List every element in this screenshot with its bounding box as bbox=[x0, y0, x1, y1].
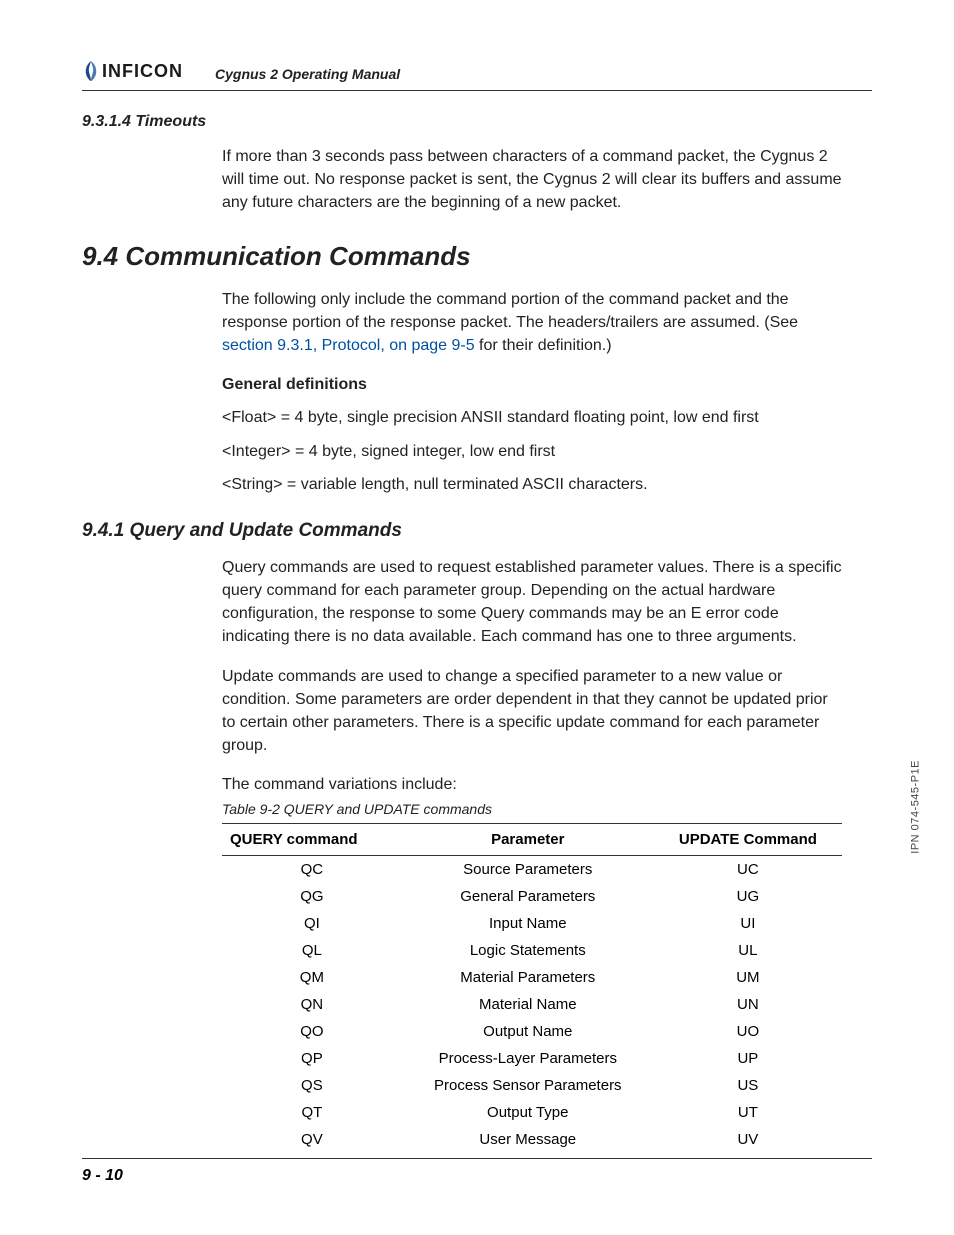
table-cell: QG bbox=[222, 883, 402, 910]
col-header-update: UPDATE Command bbox=[654, 823, 842, 855]
table-cell: QC bbox=[222, 855, 402, 883]
table-cell: QO bbox=[222, 1018, 402, 1045]
table-cell: Process-Layer Parameters bbox=[402, 1045, 654, 1072]
table-cell: QI bbox=[222, 910, 402, 937]
col-header-parameter: Parameter bbox=[402, 823, 654, 855]
heading-9-4: 9.4 Communication Commands bbox=[82, 241, 872, 272]
table-cell: User Message bbox=[402, 1126, 654, 1159]
table-cell: US bbox=[654, 1072, 842, 1099]
table-cell: UO bbox=[654, 1018, 842, 1045]
para-query-desc: Query commands are used to request estab… bbox=[222, 556, 842, 649]
table-row: QSProcess Sensor ParametersUS bbox=[222, 1072, 842, 1099]
table-cell: UG bbox=[654, 883, 842, 910]
ipn-label: IPN 074-545-P1E bbox=[910, 760, 922, 854]
table-cell: QL bbox=[222, 937, 402, 964]
def-string: <String> = variable length, null termina… bbox=[222, 473, 842, 496]
brand-name: INFICON bbox=[102, 61, 183, 82]
table-row: QLLogic StatementsUL bbox=[222, 937, 842, 964]
table-cell: UI bbox=[654, 910, 842, 937]
table-cell: Input Name bbox=[402, 910, 654, 937]
text-fragment: The following only include the command p… bbox=[222, 291, 798, 331]
page-footer: 9 - 10 bbox=[82, 1158, 872, 1185]
table-row: QIInput NameUI bbox=[222, 910, 842, 937]
document-title: Cygnus 2 Operating Manual bbox=[215, 66, 400, 82]
table-row: QMMaterial ParametersUM bbox=[222, 964, 842, 991]
table-row: QOOutput NameUO bbox=[222, 1018, 842, 1045]
table-cell: Output Type bbox=[402, 1099, 654, 1126]
col-header-query: QUERY command bbox=[222, 823, 402, 855]
table-row: QCSource ParametersUC bbox=[222, 855, 842, 883]
para-variations: The command variations include: bbox=[222, 773, 842, 796]
table-cell: Material Name bbox=[402, 991, 654, 1018]
table-cell: QP bbox=[222, 1045, 402, 1072]
table-cell: Process Sensor Parameters bbox=[402, 1072, 654, 1099]
inficon-logo-icon bbox=[82, 60, 100, 82]
table-cell: UC bbox=[654, 855, 842, 883]
table-cell: QT bbox=[222, 1099, 402, 1126]
table-cell: UN bbox=[654, 991, 842, 1018]
text-fragment: for their definition.) bbox=[475, 337, 612, 354]
table-row: QNMaterial NameUN bbox=[222, 991, 842, 1018]
table-caption: Table 9-2 QUERY and UPDATE commands bbox=[222, 801, 872, 817]
table-cell: QV bbox=[222, 1126, 402, 1159]
table-row: QTOutput TypeUT bbox=[222, 1099, 842, 1126]
def-integer: <Integer> = 4 byte, signed integer, low … bbox=[222, 440, 842, 463]
heading-9-3-1-4: 9.3.1.4 Timeouts bbox=[82, 113, 872, 131]
table-cell: UT bbox=[654, 1099, 842, 1126]
table-cell: QM bbox=[222, 964, 402, 991]
table-row: QVUser MessageUV bbox=[222, 1126, 842, 1159]
page-header: INFICON Cygnus 2 Operating Manual bbox=[82, 60, 872, 91]
heading-9-4-1: 9.4.1 Query and Update Commands bbox=[82, 520, 872, 542]
query-update-table: QUERY command Parameter UPDATE Command Q… bbox=[222, 823, 842, 1159]
table-cell: General Parameters bbox=[402, 883, 654, 910]
table-cell: UL bbox=[654, 937, 842, 964]
link-section-9-3-1[interactable]: section 9.3.1, Protocol, on page 9-5 bbox=[222, 337, 475, 354]
table-cell: Material Parameters bbox=[402, 964, 654, 991]
para-timeouts: If more than 3 seconds pass between char… bbox=[222, 145, 842, 215]
table-cell: UM bbox=[654, 964, 842, 991]
table-cell: QS bbox=[222, 1072, 402, 1099]
table-header-row: QUERY command Parameter UPDATE Command bbox=[222, 823, 842, 855]
def-float: <Float> = 4 byte, single precision ANSII… bbox=[222, 406, 842, 429]
table-cell: UP bbox=[654, 1045, 842, 1072]
table-cell: QN bbox=[222, 991, 402, 1018]
table-cell: Source Parameters bbox=[402, 855, 654, 883]
table-row: QGGeneral ParametersUG bbox=[222, 883, 842, 910]
page-number: 9 - 10 bbox=[82, 1167, 123, 1184]
table-cell: UV bbox=[654, 1126, 842, 1159]
para-update-desc: Update commands are used to change a spe… bbox=[222, 665, 842, 758]
table-row: QPProcess-Layer ParametersUP bbox=[222, 1045, 842, 1072]
heading-general-definitions: General definitions bbox=[222, 373, 842, 396]
brand-logo: INFICON bbox=[82, 60, 183, 82]
table-cell: Logic Statements bbox=[402, 937, 654, 964]
table-cell: Output Name bbox=[402, 1018, 654, 1045]
para-94-intro: The following only include the command p… bbox=[222, 288, 842, 358]
